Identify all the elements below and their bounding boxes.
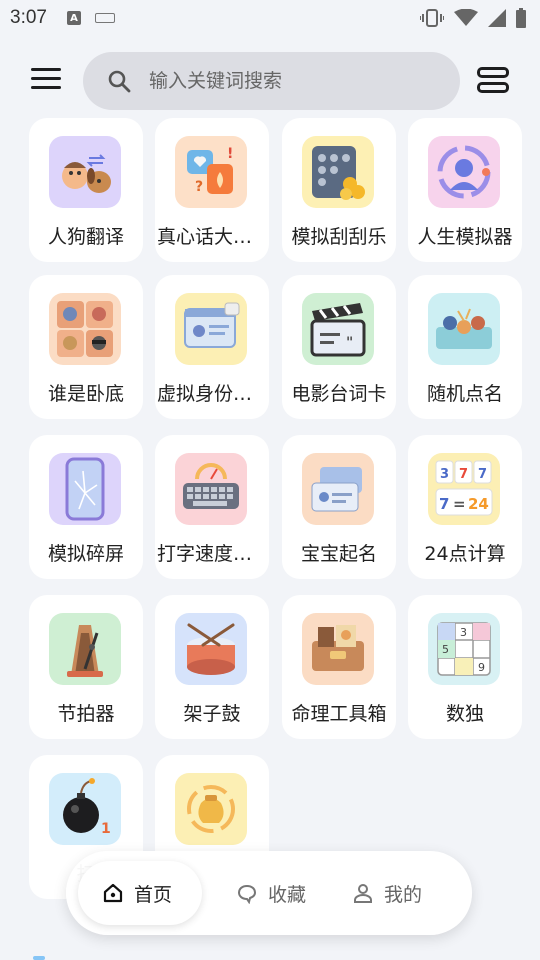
bomb-icon: 1 bbox=[49, 773, 121, 845]
tool-label: 打字速度测… bbox=[157, 543, 269, 565]
status-bar: 3:07 A bbox=[0, 0, 540, 36]
tool-card[interactable]: 随机点名 bbox=[408, 275, 522, 419]
id-card-icon bbox=[175, 293, 247, 365]
tool-label: 节拍器 bbox=[57, 703, 115, 725]
search-box[interactable] bbox=[83, 52, 460, 110]
layout-toggle-button[interactable] bbox=[477, 67, 509, 95]
tool-label: 架子鼓 bbox=[183, 703, 241, 725]
tool-card[interactable]: 打字速度测… bbox=[155, 435, 269, 579]
menu-button[interactable] bbox=[31, 68, 61, 92]
toolbox-icon bbox=[302, 613, 374, 685]
tool-label: 谁是卧底 bbox=[47, 383, 124, 405]
tool-card[interactable]: ?! 真心话大冒… bbox=[155, 118, 269, 262]
tool-card[interactable]: 人生模拟器 bbox=[408, 118, 522, 262]
status-time: 3:07 bbox=[10, 7, 47, 28]
life-simulator-icon bbox=[428, 136, 500, 208]
tool-card[interactable]: " 电影台词卡 bbox=[282, 275, 396, 419]
svg-text:!: ! bbox=[227, 146, 233, 162]
roll-call-icon bbox=[428, 293, 500, 365]
tool-card[interactable]: 架子鼓 bbox=[155, 595, 269, 739]
favorites-icon bbox=[237, 884, 257, 904]
tool-label: 人生模拟器 bbox=[417, 226, 513, 248]
metronome-icon bbox=[49, 613, 121, 685]
tool-card[interactable]: 命理工具箱 bbox=[282, 595, 396, 739]
top-bar bbox=[0, 50, 540, 112]
a-icon: A bbox=[66, 11, 81, 25]
clapperboard-icon: " bbox=[302, 293, 374, 365]
svg-text:7: 7 bbox=[478, 467, 487, 482]
tool-label: 数独 bbox=[445, 703, 484, 725]
tool-card[interactable]: 人狗翻译 bbox=[29, 118, 143, 262]
tool-card[interactable]: 宝宝起名 bbox=[282, 435, 396, 579]
name-card-icon bbox=[302, 453, 374, 525]
tool-label: 电影台词卡 bbox=[291, 383, 387, 405]
signal-icon bbox=[488, 9, 506, 27]
tool-card[interactable]: 节拍器 bbox=[29, 595, 143, 739]
vibrate-icon bbox=[420, 9, 444, 27]
wifi-icon bbox=[454, 9, 478, 26]
search-input[interactable] bbox=[149, 70, 429, 92]
nav-home[interactable]: 首页 bbox=[78, 861, 202, 925]
home-icon bbox=[103, 883, 123, 903]
svg-text:3: 3 bbox=[460, 626, 467, 639]
svg-text:9: 9 bbox=[478, 661, 485, 674]
svg-text:?: ? bbox=[195, 179, 203, 195]
tool-card[interactable]: 模拟刮刮乐 bbox=[282, 118, 396, 262]
grid-layout-icon bbox=[477, 67, 509, 78]
nav-favorites-label: 收藏 bbox=[268, 883, 307, 906]
svg-text:5: 5 bbox=[442, 643, 449, 656]
bottom-nav: 首页 收藏 我的 bbox=[66, 851, 472, 935]
svg-text:": " bbox=[346, 335, 353, 351]
tool-label: 模拟碎屏 bbox=[47, 543, 124, 565]
sudoku-icon: 35 9 bbox=[428, 613, 500, 685]
user-icon bbox=[354, 884, 373, 903]
tool-label: 虚拟身份生… bbox=[157, 383, 269, 405]
nav-mine-label: 我的 bbox=[384, 883, 423, 906]
svg-text:3: 3 bbox=[440, 467, 449, 482]
tool-label: 宝宝起名 bbox=[300, 543, 377, 565]
dog-translate-icon bbox=[49, 136, 121, 208]
undercover-icon bbox=[49, 293, 121, 365]
nav-mine[interactable]: 我的 bbox=[332, 861, 442, 925]
tool-label: 人狗翻译 bbox=[47, 226, 124, 248]
tool-label: 命理工具箱 bbox=[291, 703, 387, 725]
nav-home-label: 首页 bbox=[134, 883, 173, 906]
tool-card[interactable]: 谁是卧底 bbox=[29, 275, 143, 419]
svg-text:1: 1 bbox=[101, 821, 111, 837]
nav-favorites[interactable]: 收藏 bbox=[216, 861, 326, 925]
math-24-icon: 3 7 7 7 = 24 bbox=[428, 453, 500, 525]
tool-label: 模拟刮刮乐 bbox=[291, 226, 387, 248]
battery-icon bbox=[516, 8, 526, 28]
menu-icon bbox=[31, 68, 61, 71]
home-indicator bbox=[33, 956, 45, 960]
tool-label: 真心话大冒… bbox=[157, 226, 269, 248]
svg-text:=: = bbox=[453, 495, 466, 513]
scratch-card-icon bbox=[302, 136, 374, 208]
svg-text:7: 7 bbox=[459, 467, 468, 482]
drum-icon bbox=[175, 613, 247, 685]
money-bag-icon bbox=[175, 773, 247, 845]
svg-text:7: 7 bbox=[439, 495, 449, 513]
tool-card[interactable]: 3 5 9 数独 bbox=[408, 595, 522, 739]
search-icon bbox=[108, 70, 131, 93]
tool-card[interactable]: 虚拟身份生… bbox=[155, 275, 269, 419]
tool-card[interactable]: 3 7 7 7 = 24 24点计算 bbox=[408, 435, 522, 579]
typing-speed-icon bbox=[175, 453, 247, 525]
tool-label: 24点计算 bbox=[424, 543, 506, 565]
cracked-screen-icon bbox=[49, 453, 121, 525]
truth-dare-icon: ?! bbox=[175, 136, 247, 208]
keyboard-icon bbox=[94, 13, 115, 23]
svg-text:24: 24 bbox=[468, 495, 489, 513]
tool-card[interactable]: 模拟碎屏 bbox=[29, 435, 143, 579]
tool-label: 随机点名 bbox=[426, 383, 503, 405]
